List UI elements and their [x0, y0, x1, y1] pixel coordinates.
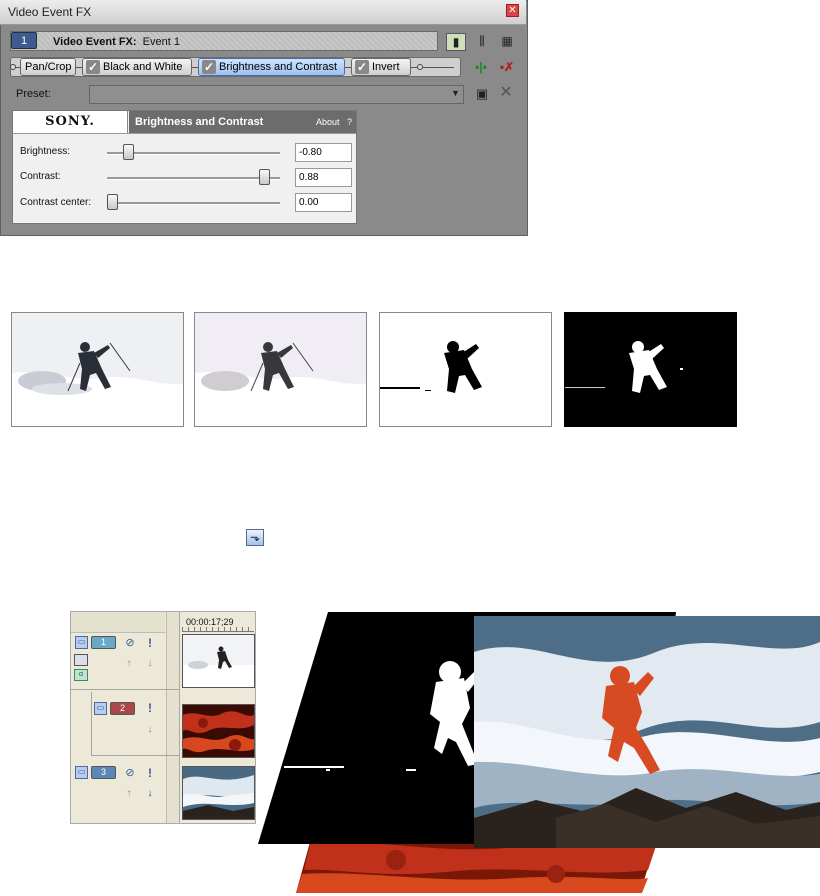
timeline-ruler[interactable]	[182, 627, 254, 632]
plugin-pan-crop[interactable]: Pan/Crop	[20, 58, 76, 76]
window-title: Video Event FX	[8, 5, 92, 19]
preset-dropdown[interactable]	[89, 85, 464, 104]
event-number-badge: 1	[11, 32, 37, 49]
checkbox-icon[interactable]: ✓	[202, 60, 216, 74]
view-mode-button-3[interactable]: ▦	[497, 33, 517, 51]
move-up-icon[interactable]: ↑	[123, 788, 135, 800]
solo-icon[interactable]: !	[145, 636, 155, 650]
checkbox-icon[interactable]: ✓	[86, 60, 100, 74]
track-number-1: 1	[91, 636, 116, 649]
event-clip-ocean[interactable]	[182, 766, 255, 820]
plugin-black-and-white[interactable]: ✓ Black and White	[82, 58, 192, 76]
chevron-down-icon[interactable]: ▼	[451, 88, 460, 98]
contrast-center-value-field[interactable]: 0.00	[295, 193, 352, 212]
chain-end-node	[417, 64, 423, 70]
plugin-brightness-and-contrast[interactable]: ✓ Brightness and Contrast	[198, 58, 345, 76]
move-down-icon[interactable]: ⬎	[246, 529, 264, 546]
composite-preview	[256, 612, 820, 893]
thumbnail-inverted	[564, 312, 737, 427]
solo-icon[interactable]: !	[145, 701, 155, 715]
event-label-prefix: Video Event FX:	[53, 36, 137, 48]
about-link[interactable]: About	[316, 117, 340, 127]
plugin-label: Brightness and Contrast	[219, 61, 338, 73]
plugin-label: Invert	[372, 61, 400, 73]
thumbnail-black-and-white	[194, 312, 367, 427]
event-label: Video Event FX: Event 1	[53, 36, 180, 48]
track-number-3: 3	[91, 766, 116, 779]
event-clip-fire[interactable]	[182, 704, 255, 758]
view-mode-button-2[interactable]: ⫼	[472, 33, 492, 51]
contrast-center-slider-track[interactable]	[107, 202, 280, 205]
contrast-center-slider-thumb[interactable]	[107, 194, 118, 210]
divider	[13, 133, 356, 134]
plugin-label: Pan/Crop	[25, 61, 72, 73]
move-down-icon[interactable]: ↓	[144, 658, 156, 670]
plugin-name: Brightness and Contrast	[135, 116, 264, 128]
remove-plugin-icon[interactable]: •✗	[499, 60, 515, 74]
checkbox-icon[interactable]: ✓	[355, 60, 369, 74]
move-up-icon[interactable]: ↑	[123, 658, 135, 670]
plugin-label: Black and White	[103, 61, 183, 73]
minimize-track-icon[interactable]: ▭	[75, 766, 88, 779]
chain-start-node	[10, 64, 16, 70]
save-preset-icon[interactable]: ▣	[474, 86, 490, 102]
event-clip-skier[interactable]	[182, 634, 255, 688]
contrast-value-field[interactable]: 0.88	[295, 168, 352, 187]
plugin-invert[interactable]: ✓ Invert	[351, 58, 411, 76]
thumbnail-original	[11, 312, 184, 427]
contrast-slider-track[interactable]	[107, 177, 280, 180]
compositing-alpha-icon[interactable]: α	[74, 669, 88, 681]
ocean-layer	[474, 616, 820, 848]
view-mode-button-1[interactable]: ▮	[446, 33, 466, 51]
minimize-track-icon[interactable]: ▭	[75, 636, 88, 649]
thumbnail-brightness-contrast	[379, 312, 552, 427]
preset-label: Preset:	[16, 88, 51, 100]
move-down-icon[interactable]: ↓	[144, 724, 156, 736]
sony-logo: SONY.	[13, 111, 128, 133]
fire-layer	[296, 842, 656, 893]
solo-icon[interactable]: !	[145, 766, 155, 780]
brightness-label: Brightness:	[20, 146, 71, 157]
mute-icon[interactable]: ⊘	[124, 637, 136, 649]
brightness-value-field[interactable]: -0.80	[295, 143, 352, 162]
compositing-mode-icon[interactable]	[74, 654, 88, 666]
contrast-slider-thumb[interactable]	[259, 169, 271, 185]
close-icon: ✕	[508, 5, 517, 16]
mute-icon[interactable]: ⊘	[124, 767, 136, 779]
close-button[interactable]: ✕	[506, 4, 519, 17]
brightness-slider-thumb[interactable]	[123, 144, 135, 160]
contrast-center-label: Contrast center:	[20, 197, 92, 208]
delete-preset-icon[interactable]: ✕	[498, 84, 514, 102]
add-plugin-icon[interactable]: •|•	[473, 60, 489, 74]
track-row-2[interactable]	[92, 690, 180, 756]
timecode-display: 00:00:17;29	[186, 617, 234, 627]
track-header-area	[71, 612, 165, 633]
track-number-2: 2	[110, 702, 135, 715]
move-down-icon[interactable]: ↓	[144, 788, 156, 800]
event-name: Event 1	[142, 36, 180, 48]
help-link[interactable]: ?	[347, 117, 352, 127]
minimize-track-icon[interactable]: ▭	[94, 702, 107, 715]
contrast-label: Contrast:	[20, 171, 61, 182]
